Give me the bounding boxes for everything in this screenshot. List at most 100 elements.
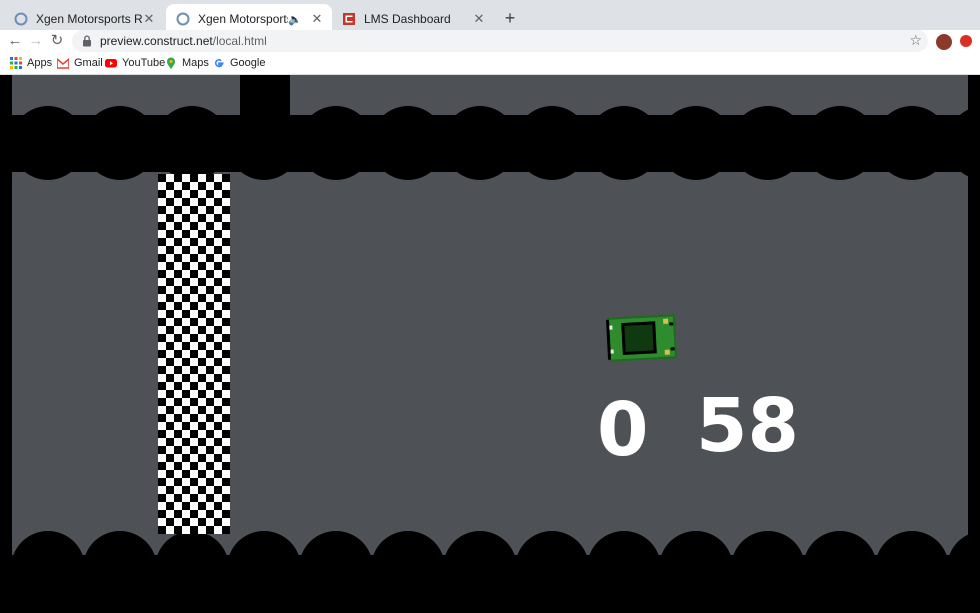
back-arrow-icon[interactable]: ←	[6, 32, 24, 50]
finish-line-square	[206, 222, 214, 230]
finish-line-square	[174, 190, 182, 198]
top-wall-bump	[515, 106, 589, 180]
finish-line-square	[174, 366, 182, 374]
finish-line-square	[182, 278, 190, 286]
finish-line-square	[166, 246, 174, 254]
tab-close-icon[interactable]: ✕	[472, 11, 486, 27]
bookmark-star-icon[interactable]: ☆	[909, 32, 922, 49]
finish-line-square	[182, 342, 190, 350]
finish-line-square	[166, 262, 174, 270]
finish-line-square	[222, 318, 230, 326]
url-path: /local.html	[212, 34, 267, 48]
finish-line-square	[166, 358, 174, 366]
finish-line-square	[158, 206, 166, 214]
bottom-wall-bump	[587, 531, 661, 605]
finish-line-square	[182, 230, 190, 238]
finish-line-square	[182, 470, 190, 478]
construct-favicon-icon	[14, 12, 28, 26]
bookmark-youtube[interactable]: YouTube	[105, 57, 165, 69]
finish-line-square	[214, 422, 222, 430]
forward-arrow-icon[interactable]: →	[27, 32, 45, 50]
new-tab-icon[interactable]: +	[500, 8, 520, 28]
maps-pin-icon	[167, 57, 175, 69]
bookmark-maps[interactable]: Maps	[165, 57, 209, 69]
top-wall-bump	[11, 106, 85, 180]
finish-line-square	[214, 358, 222, 366]
tab-close-icon[interactable]: ✕	[310, 11, 324, 27]
finish-line-square	[198, 518, 206, 526]
address-bar[interactable]: preview.construct.net/local.html ☆	[72, 30, 928, 52]
speaker-icon[interactable]: 🔈	[288, 13, 302, 26]
finish-line-square	[198, 326, 206, 334]
top-wall-bump	[155, 106, 229, 180]
finish-line-square	[190, 222, 198, 230]
finish-line-square	[190, 350, 198, 358]
finish-line-square	[166, 422, 174, 430]
top-wall-bump	[803, 106, 877, 180]
finish-line-square	[182, 246, 190, 254]
profile-avatar[interactable]	[935, 33, 953, 51]
finish-line-square	[222, 462, 230, 470]
finish-line-square	[190, 270, 198, 278]
finish-line-square	[182, 486, 190, 494]
tab-close-icon[interactable]: ✕	[142, 11, 156, 27]
finish-line-square	[214, 230, 222, 238]
reload-icon[interactable]: ↻	[48, 32, 66, 50]
finish-line-square	[158, 398, 166, 406]
finish-line-square	[206, 270, 214, 278]
finish-line-square	[190, 286, 198, 294]
finish-line-square	[214, 390, 222, 398]
finish-line-square	[198, 278, 206, 286]
top-wall-notch	[240, 75, 290, 115]
tab-title: Xgen Motorsports Racing	[198, 12, 289, 26]
finish-line-square	[174, 382, 182, 390]
bottom-wall-bump	[803, 531, 877, 605]
finish-line-square	[214, 486, 222, 494]
finish-line-square	[174, 174, 182, 182]
finish-line-square	[206, 398, 214, 406]
finish-line-square	[182, 422, 190, 430]
finish-line-square	[182, 358, 190, 366]
bookmark-apps[interactable]: Apps	[10, 57, 52, 69]
finish-line-square	[182, 390, 190, 398]
finish-line-square	[206, 334, 214, 342]
bottom-wall-bump	[83, 531, 157, 605]
finish-line-square	[206, 254, 214, 262]
finish-line-square	[206, 302, 214, 310]
top-wall-bump	[731, 106, 805, 180]
finish-line-square	[190, 430, 198, 438]
finish-line-square	[198, 422, 206, 430]
bookmark-google[interactable]: Google	[213, 57, 265, 69]
finish-line-square	[182, 374, 190, 382]
finish-line-square	[166, 470, 174, 478]
finish-line-square	[190, 494, 198, 502]
finish-line-square	[166, 310, 174, 318]
finish-line-square	[206, 462, 214, 470]
game-canvas[interactable]: 0 58	[0, 75, 980, 613]
bookmark-label: YouTube	[122, 57, 166, 69]
top-wall-bump	[299, 106, 373, 180]
bottom-wall-bump	[659, 531, 733, 605]
finish-line-square	[214, 214, 222, 222]
extension-icon[interactable]	[960, 35, 972, 47]
finish-line-square	[182, 406, 190, 414]
finish-line-square	[182, 294, 190, 302]
finish-line-square	[206, 382, 214, 390]
finish-line-square	[198, 214, 206, 222]
finish-line-square	[190, 318, 198, 326]
finish-line-square	[198, 470, 206, 478]
bookmark-gmail[interactable]: Gmail	[57, 57, 103, 69]
finish-line-square	[206, 526, 214, 534]
finish-line-square	[174, 398, 182, 406]
finish-line-square	[166, 326, 174, 334]
finish-line-square	[190, 334, 198, 342]
finish-line-square	[198, 310, 206, 318]
finish-line-square	[206, 238, 214, 246]
finish-line-square	[174, 350, 182, 358]
finish-line-square	[174, 270, 182, 278]
finish-line-square	[222, 286, 230, 294]
finish-line-square	[222, 174, 230, 182]
finish-line-square	[182, 454, 190, 462]
finish-line-square	[174, 446, 182, 454]
finish-line-square	[182, 326, 190, 334]
